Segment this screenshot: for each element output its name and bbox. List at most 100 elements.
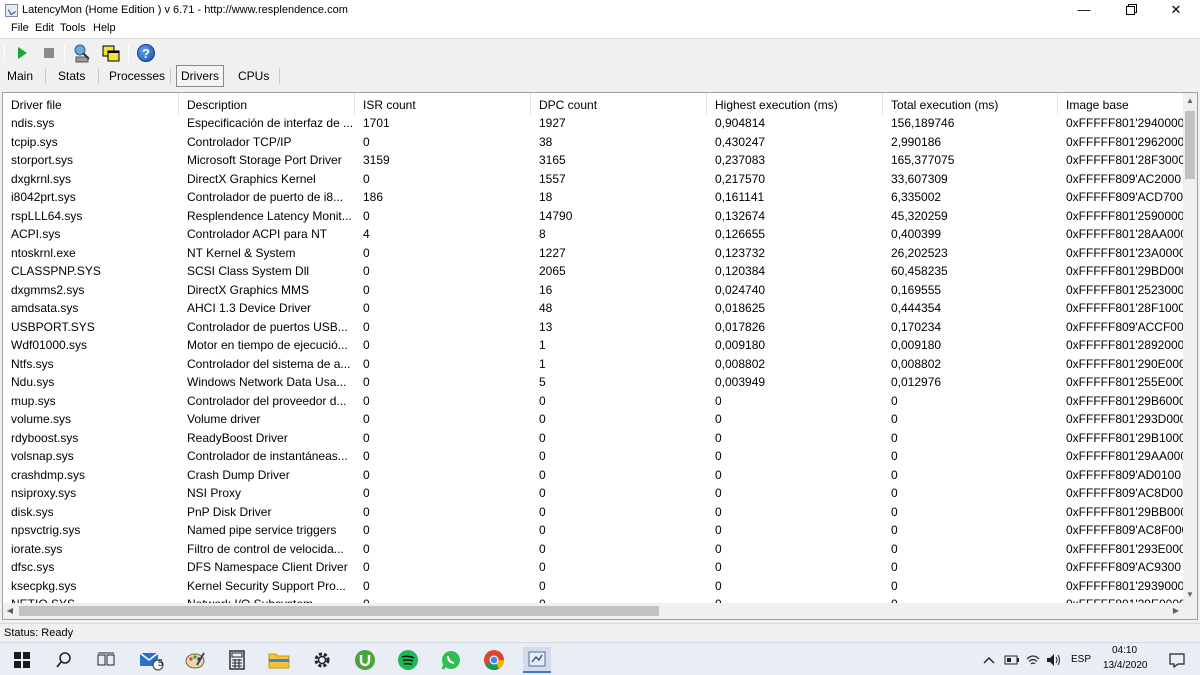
table-row[interactable]: tcpip.sys Controlador TCP/IP 0 38 0,430247 2,…	[3, 134, 1183, 153]
table-row[interactable]: storport.sys Microsoft Storage Port Drive…	[3, 152, 1183, 171]
table-row[interactable]: rdyboost.sys ReadyBoost Driver 0 0 0 0 0xFFFFF…	[3, 430, 1183, 449]
tab-stats[interactable]: Stats	[54, 66, 89, 87]
cell-total-execution: 0	[891, 412, 898, 426]
tab-cpus[interactable]: CPUs	[234, 66, 273, 87]
cell-dpc-count: 0	[539, 486, 546, 500]
help-button[interactable]: ?	[135, 42, 157, 64]
table-row[interactable]: ACPI.sys Controlador ACPI para NT 4 8 0,1266…	[3, 226, 1183, 245]
horizontal-scroll-thumb[interactable]	[19, 606, 659, 616]
table-row[interactable]: Ndu.sys Windows Network Data Usa... 0 5 0,00…	[3, 374, 1183, 393]
table-row[interactable]: mup.sys Controlador del proveedor d... 0 0 0…	[3, 393, 1183, 412]
table-row[interactable]: crashdmp.sys Crash Dump Driver 0 0 0 0 0xFFFFF…	[3, 467, 1183, 486]
spotify-app-button[interactable]	[394, 647, 422, 673]
menu-edit[interactable]: Edit	[35, 22, 54, 34]
cell-highest-execution: 0,024740	[715, 282, 766, 297]
column-header-image-base[interactable]: Image base	[1057, 93, 1183, 115]
cell-description: NSI Proxy	[187, 486, 242, 500]
cell-dpc-count: 14790	[539, 208, 573, 223]
calculator-app-button[interactable]	[223, 647, 251, 673]
clock-date[interactable]: 13/4/2020	[1103, 660, 1148, 671]
tab-main[interactable]: Main	[3, 66, 37, 87]
notification-icon	[1169, 653, 1185, 668]
volume-tray-button[interactable]	[1045, 647, 1063, 673]
cell-description: Controlador ACPI para NT	[187, 227, 328, 241]
cell-image-base: 0xFFFFF801'293E000	[1066, 541, 1183, 556]
table-row[interactable]: Ntfs.sys Controlador del sistema de a... 0…	[3, 356, 1183, 375]
vertical-scrollbar[interactable]: ▲ ▼	[1183, 93, 1197, 603]
toolbar: ?	[0, 38, 1200, 65]
table-row[interactable]: CLASSPNP.SYS SCSI Class System Dll 0 2065 0,…	[3, 263, 1183, 282]
menu-file[interactable]: File	[11, 22, 29, 34]
battery-tray-button[interactable]	[1003, 647, 1021, 673]
report-button[interactable]	[71, 42, 93, 64]
status-text: Status: Ready	[4, 627, 74, 639]
table-row[interactable]: USBPORT.SYS Controlador de puertos USB...…	[3, 319, 1183, 338]
action-center-button[interactable]	[1166, 647, 1188, 673]
file-explorer-button[interactable]	[265, 647, 293, 673]
table-row[interactable]: iorate.sys Filtro de control de velocida.…	[3, 541, 1183, 560]
column-header-driver-file[interactable]: Driver file	[3, 93, 178, 115]
scroll-down-arrow-icon[interactable]: ▼	[1183, 587, 1197, 603]
chrome-app-button[interactable]	[480, 647, 508, 673]
menu-help[interactable]: Help	[93, 22, 116, 34]
show-hidden-icons-button[interactable]	[981, 647, 997, 673]
window-toggle-button[interactable]	[100, 42, 122, 64]
cell-isr-count: 0	[363, 282, 370, 297]
cell-description: Controlador de puertos USB...	[187, 319, 348, 334]
stop-button[interactable]	[38, 42, 60, 64]
table-row[interactable]: rspLLL64.sys Resplendence Latency Monit..…	[3, 208, 1183, 227]
table-row[interactable]: volume.sys Volume driver 0 0 0 0 0xFFFFF801'29…	[3, 411, 1183, 430]
utorrent-app-button[interactable]	[351, 647, 379, 673]
scroll-left-arrow-icon[interactable]: ◀	[3, 603, 17, 619]
drivers-table[interactable]: Driver file Description ISR count DPC co…	[2, 92, 1198, 620]
table-row[interactable]: dxgmms2.sys DirectX Graphics MMS 0 16 0,0247…	[3, 282, 1183, 301]
table-row[interactable]: amdsata.sys AHCI 1.3 Device Driver 0 48 0,01…	[3, 300, 1183, 319]
cell-total-execution: 0,400399	[891, 227, 942, 241]
table-row[interactable]: disk.sys PnP Disk Driver 0 0 0 0 0xFFFFF801'29…	[3, 504, 1183, 523]
table-row[interactable]: ksecpkg.sys Kernel Security Support Pro..…	[3, 578, 1183, 597]
cell-image-base: 0xFFFFF801'28AA000	[1066, 227, 1183, 241]
mail-app-button[interactable]: 5	[137, 647, 165, 673]
latencymon-taskbar-button[interactable]	[523, 647, 551, 673]
scroll-up-arrow-icon[interactable]: ▲	[1183, 93, 1197, 109]
menu-tools[interactable]: Tools	[60, 22, 86, 34]
scroll-right-arrow-icon[interactable]: ▶	[1169, 603, 1183, 619]
column-header-isr-count[interactable]: ISR count	[354, 93, 530, 115]
table-row[interactable]: Wdf01000.sys Motor en tiempo de ejecució.…	[3, 337, 1183, 356]
paint-app-button[interactable]	[181, 647, 209, 673]
cell-dpc-count: 5	[539, 375, 546, 389]
cell-description: Crash Dump Driver	[187, 467, 290, 482]
tab-processes[interactable]: Processes	[105, 66, 169, 87]
table-row[interactable]: i8042prt.sys Controlador de puerto de i8.…	[3, 189, 1183, 208]
cell-image-base: 0xFFFFF809'AC8F000	[1066, 523, 1183, 537]
table-row[interactable]: dxgkrnl.sys DirectX Graphics Kernel 0 1557 0…	[3, 171, 1183, 190]
table-row[interactable]: dfsc.sys DFS Namespace Client Driver 0 0 0 0 0…	[3, 559, 1183, 578]
search-button[interactable]	[50, 647, 78, 673]
table-row[interactable]: volsnap.sys Controlador de instantáneas..…	[3, 448, 1183, 467]
whatsapp-app-button[interactable]	[437, 647, 465, 673]
latencymon-app-icon	[5, 4, 18, 17]
table-row[interactable]: ndis.sys Especificación de interfaz de ..…	[3, 115, 1183, 134]
vertical-scroll-thumb[interactable]	[1185, 111, 1195, 179]
settings-app-button[interactable]	[308, 647, 336, 673]
column-header-highest-execution[interactable]: Highest execution (ms)	[706, 93, 882, 115]
task-view-button[interactable]	[92, 647, 120, 673]
input-language-indicator[interactable]: ESP	[1071, 654, 1091, 665]
clock-time[interactable]: 04:10	[1112, 645, 1137, 656]
column-header-total-execution[interactable]: Total execution (ms)	[882, 93, 1057, 115]
minimize-button[interactable]: —	[1061, 0, 1107, 21]
table-row[interactable]: nsiproxy.sys NSI Proxy 0 0 0 0 0xFFFFF809'AC8D…	[3, 485, 1183, 504]
table-row[interactable]: npsvctrig.sys Named pipe service triggers…	[3, 522, 1183, 541]
horizontal-scrollbar[interactable]: ◀ ▶	[3, 603, 1183, 619]
table-row[interactable]: ntoskrnl.exe NT Kernel & System 0 1227 0,123…	[3, 245, 1183, 264]
maximize-button[interactable]	[1107, 0, 1153, 21]
cell-isr-count: 0	[363, 578, 370, 593]
tab-drivers[interactable]: Drivers	[176, 65, 224, 87]
close-button[interactable]: ✕	[1153, 0, 1199, 21]
column-header-dpc-count[interactable]: DPC count	[530, 93, 706, 115]
start-menu-button[interactable]	[8, 647, 36, 673]
start-button[interactable]	[11, 42, 33, 64]
network-tray-button[interactable]	[1024, 647, 1042, 673]
table-row[interactable]: NETIO.SYSNetwork I/O Subsystem00000xFFFF…	[3, 596, 1183, 603]
column-header-description[interactable]: Description	[178, 93, 354, 115]
